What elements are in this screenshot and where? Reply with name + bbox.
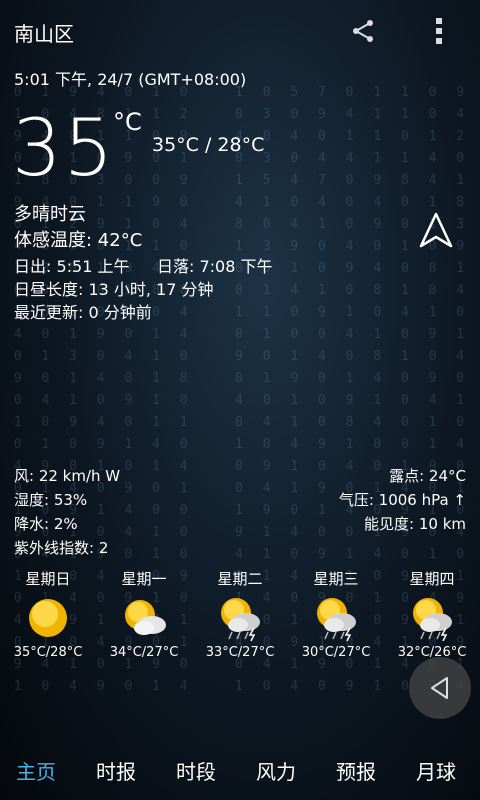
temperature-unit: °C <box>113 108 142 136</box>
last-update: 最近更新: 0 分钟前 <box>14 303 152 322</box>
thunderstorm-sun-icon <box>317 598 356 641</box>
tab-moon[interactable]: 月球 <box>416 756 456 785</box>
visibility-detail: 能见度: 10 km <box>364 515 466 533</box>
forecast-day-name: 星期一 <box>121 570 167 588</box>
wind-direction-arrow-icon <box>419 212 453 248</box>
forecast-range: 30°C/27°C <box>301 645 371 660</box>
uv-index-detail: 紫外线指数: 2 <box>14 539 109 557</box>
tab-wind[interactable]: 风力 <box>256 756 296 785</box>
sunny-icon <box>29 599 67 637</box>
tab-home[interactable]: 主页 <box>16 756 56 785</box>
tab-forecast[interactable]: 预报 <box>336 756 376 785</box>
dew-point-detail: 露点: 24°C <box>389 467 466 485</box>
feels-like: 体感温度: 42°C <box>14 230 143 251</box>
daily-forecast: 星期日 35°C/28°C 星期一 34°C/27°C 星期二 33°C/27° <box>0 568 480 660</box>
day-length: 日昼长度: 13 小时, 17 分钟 <box>14 280 214 299</box>
back-triangle-icon <box>431 677 448 699</box>
sunrise-time: 日出: 5:51 上午 <box>14 257 130 276</box>
thunderstorm-sun-icon <box>221 598 260 641</box>
forecast-day[interactable]: 星期一 34°C/27°C <box>96 568 192 660</box>
thunderstorm-sun-icon <box>413 598 452 641</box>
forecast-day[interactable]: 星期三 30°C/27°C <box>288 568 384 660</box>
tab-periods[interactable]: 时段 <box>176 756 216 785</box>
tab-hourly[interactable]: 时报 <box>96 756 136 785</box>
forecast-day-name: 星期三 <box>313 570 359 588</box>
humidity-detail: 湿度: 53% <box>14 491 88 509</box>
partly-cloudy-icon <box>125 600 166 635</box>
forecast-range: 34°C/27°C <box>109 645 179 660</box>
forecast-range: 35°C/28°C <box>13 645 83 660</box>
pressure-detail: 气压: 1006 hPa ↑ <box>338 491 466 509</box>
wind-detail: 风: 22 km/h W <box>14 467 121 485</box>
forecast-day-name: 星期二 <box>217 570 263 588</box>
forecast-day[interactable]: 星期四 32°C/26°C <box>384 568 480 660</box>
forecast-day-name: 星期四 <box>409 570 455 588</box>
share-icon[interactable] <box>350 18 376 44</box>
forecast-range: 33°C/27°C <box>205 645 275 660</box>
weather-condition: 多晴时云 <box>14 204 86 225</box>
update-datetime: 5:01 下午, 24/7 (GMT+08:00) <box>14 70 247 89</box>
sunset-time: 日落: 7:08 下午 <box>157 257 273 276</box>
current-temperature: 35 <box>12 104 116 194</box>
precipitation-detail: 降水: 2% <box>14 515 78 533</box>
top-bar: 南山区 <box>0 0 480 62</box>
more-vert-icon[interactable] <box>428 16 450 46</box>
location-title[interactable]: 南山区 <box>14 18 74 47</box>
bottom-tab-bar: 主页 时报 时段 风力 预报 月球 <box>0 750 480 790</box>
forecast-day[interactable]: 星期日 35°C/28°C <box>0 568 96 660</box>
forecast-day-name: 星期日 <box>25 570 71 588</box>
forecast-day[interactable]: 星期二 33°C/27°C <box>192 568 288 660</box>
high-low-temperature: 35°C / 28°C <box>152 134 265 156</box>
back-button[interactable] <box>409 657 471 719</box>
